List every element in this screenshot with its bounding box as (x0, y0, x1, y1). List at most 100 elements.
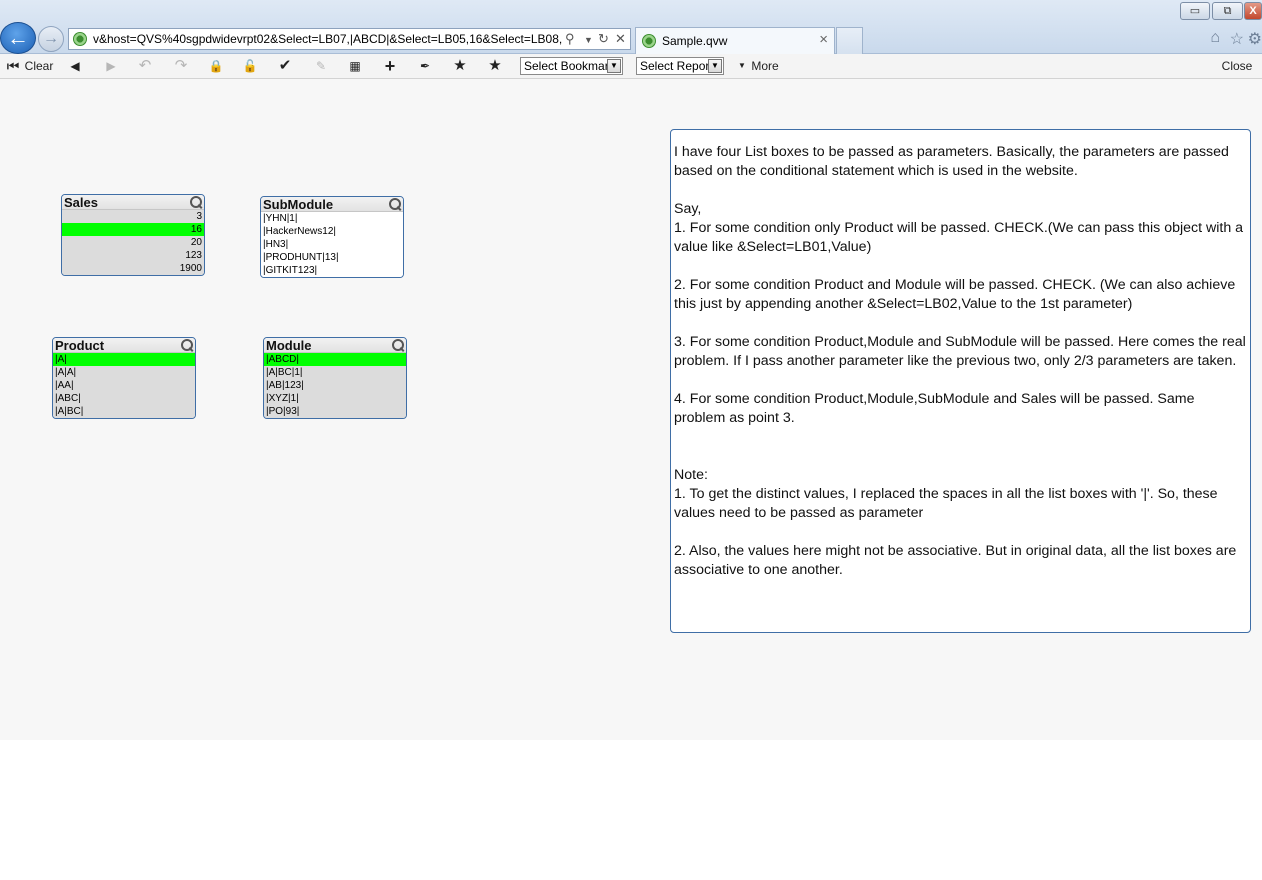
unlock-icon[interactable]: 🔓 (241, 56, 259, 76)
forward-selection-icon[interactable]: ▶ (102, 56, 120, 76)
select-report-label: Select Report (640, 59, 713, 73)
listbox-item[interactable]: 1900 (62, 262, 204, 275)
listbox-item[interactable]: |AB|123| (264, 379, 406, 392)
search-icon[interactable] (392, 339, 404, 351)
listbox-module[interactable]: Module |ABCD| |A|BC|1| |AB|123| |XYZ|1| |PO|… (263, 337, 407, 419)
address-url[interactable]: v&host=QVS%40sgpdwidevrpt02&Select=LB07,… (93, 29, 563, 49)
listbox-item[interactable]: |XYZ|1| (264, 392, 406, 405)
listbox-item[interactable]: |A|A| (53, 366, 195, 379)
more-button[interactable]: More (750, 56, 780, 76)
text-paragraph: Note: (674, 467, 708, 483)
listbox-item[interactable]: |ABC| (53, 392, 195, 405)
address-bar[interactable]: v&host=QVS%40sgpdwidevrpt02&Select=LB07,… (68, 28, 631, 50)
add-bookmark-icon[interactable]: ★ (451, 56, 469, 76)
qlikview-sheet: Sales 3 16 20 123 1900 SubModule |YHN|1| |Hac… (0, 79, 1262, 740)
listbox-caption: SubModule (261, 197, 403, 212)
redo-icon[interactable]: ↷ (172, 56, 190, 76)
listbox-caption: Product (53, 338, 195, 353)
listbox-items: 3 16 20 123 1900 (62, 210, 204, 275)
text-paragraph: 1. For some condition only Product will … (674, 220, 1244, 255)
clear-icon[interactable]: ⏮ (6, 56, 20, 76)
listbox-submodule[interactable]: SubModule |YHN|1| |HackerNews12| |HN3| |PRO… (260, 196, 404, 278)
listbox-item[interactable]: |HN3| (261, 238, 403, 251)
checkmark-icon[interactable]: ✔ (276, 56, 294, 76)
restore-button[interactable]: ⧉ (1212, 2, 1243, 20)
listbox-item[interactable]: |A|BC| (53, 405, 195, 418)
edit-icon[interactable]: ✎ (312, 56, 330, 76)
undo-icon[interactable]: ↶ (136, 56, 154, 76)
listbox-sales[interactable]: Sales 3 16 20 123 1900 (61, 194, 205, 276)
select-bookmark-dropdown[interactable]: Select Bookmark ▼ (520, 57, 623, 75)
chart-icon[interactable]: ▦ (345, 56, 365, 76)
listbox-items: |YHN|1| |HackerNews12| |HN3| |PRODHUNT|13| |… (261, 212, 403, 277)
listbox-caption: Sales (62, 195, 204, 210)
listbox-item[interactable]: |A| (53, 353, 195, 366)
back-selection-icon[interactable]: ◀ (66, 56, 84, 76)
back-button[interactable]: ← (0, 22, 36, 54)
text-paragraph: 2. For some condition Product and Module… (674, 277, 1236, 312)
listbox-item[interactable]: |YHN|1| (261, 212, 403, 225)
dropdown-arrow-icon[interactable]: ▼ (584, 30, 593, 50)
chevron-down-icon: ▼ (607, 59, 621, 73)
repository-icon[interactable]: ✒ (416, 56, 434, 76)
stop-icon[interactable]: ✕ (615, 29, 626, 49)
listbox-item[interactable]: |GITKIT123| (261, 264, 403, 277)
listbox-title: Product (55, 338, 105, 353)
text-paragraph: Say, (674, 201, 702, 217)
forward-button[interactable]: → (38, 26, 64, 52)
text-paragraph: I have four List boxes to be passed as p… (674, 144, 1229, 179)
text-paragraph: 3. For some condition Product,Module and… (674, 334, 1246, 369)
select-report-dropdown[interactable]: Select Report ▼ (636, 57, 724, 75)
listbox-item[interactable]: 16 (62, 223, 204, 236)
gear-icon[interactable]: ⚙ (1248, 29, 1262, 49)
remove-bookmark-icon[interactable]: ★ (486, 56, 504, 76)
listbox-item[interactable]: |HackerNews12| (261, 225, 403, 238)
search-icon[interactable] (389, 198, 401, 210)
listbox-item[interactable]: |PRODHUNT|13| (261, 251, 403, 264)
qlikview-tab-icon (642, 34, 656, 48)
forward-arrow-icon: → (43, 30, 59, 47)
listbox-item[interactable]: |PO|93| (264, 405, 406, 418)
listbox-item[interactable]: 123 (62, 249, 204, 262)
text-paragraph: 1. To get the distinct values, I replace… (674, 486, 1218, 521)
listbox-title: Sales (64, 195, 98, 210)
back-arrow-icon: ← (7, 25, 29, 50)
browser-window: ← → v&host=QVS%40sgpdwidevrpt02&Select=L… (0, 0, 1262, 880)
more-arrow-icon[interactable]: ▼ (737, 56, 747, 76)
clear-button[interactable]: Clear (24, 56, 54, 76)
refresh-icon[interactable]: ↻ (598, 29, 609, 49)
text-object: I have four List boxes to be passed as p… (670, 129, 1251, 633)
favorites-star-icon[interactable]: ☆ (1230, 29, 1244, 49)
listbox-caption: Module (264, 338, 406, 353)
new-tab-button[interactable] (836, 27, 863, 54)
window-close-button[interactable]: X (1244, 2, 1262, 20)
qlikview-favicon-icon (73, 32, 87, 46)
text-paragraph: 4. For some condition Product,Module,Sub… (674, 391, 1195, 426)
listbox-items: |ABCD| |A|BC|1| |AB|123| |XYZ|1| |PO|93| (264, 353, 406, 418)
chevron-down-icon: ▼ (708, 59, 722, 73)
listbox-item[interactable]: |ABCD| (264, 353, 406, 366)
select-bookmark-label: Select Bookmark (524, 59, 615, 73)
listbox-title: SubModule (263, 197, 334, 212)
tab-title: Sample.qvw (662, 34, 728, 48)
listbox-item[interactable]: |A|BC|1| (264, 366, 406, 379)
qlikview-toolbar: ⏮ Clear ◀ ▶ ↶ ↷ 🔒 🔓 ✔ ✎ ▦ + ✒ ★ ★ Select… (0, 54, 1262, 79)
tab-close-icon[interactable]: × (819, 31, 828, 48)
search-icon[interactable] (181, 339, 193, 351)
listbox-title: Module (266, 338, 312, 353)
add-icon[interactable]: + (381, 56, 399, 76)
home-icon[interactable]: ⌂ (1210, 29, 1220, 47)
close-button[interactable]: Close (1220, 56, 1254, 76)
listbox-items: |A| |A|A| |AA| |ABC| |A|BC| (53, 353, 195, 418)
search-icon[interactable]: ⚲ (565, 29, 575, 49)
listbox-item[interactable]: 3 (62, 210, 204, 223)
listbox-product[interactable]: Product |A| |A|A| |AA| |ABC| |A|BC| (52, 337, 196, 419)
lock-icon[interactable]: 🔒 (207, 56, 225, 76)
tab-sample-qvw[interactable]: Sample.qvw × (635, 27, 835, 54)
minimize-button[interactable]: ▭ (1180, 2, 1210, 20)
listbox-item[interactable]: 20 (62, 236, 204, 249)
search-icon[interactable] (190, 196, 202, 208)
browser-chrome: ← → v&host=QVS%40sgpdwidevrpt02&Select=L… (0, 0, 1262, 54)
listbox-item[interactable]: |AA| (53, 379, 195, 392)
text-paragraph: 2. Also, the values here might not be as… (674, 543, 1237, 578)
